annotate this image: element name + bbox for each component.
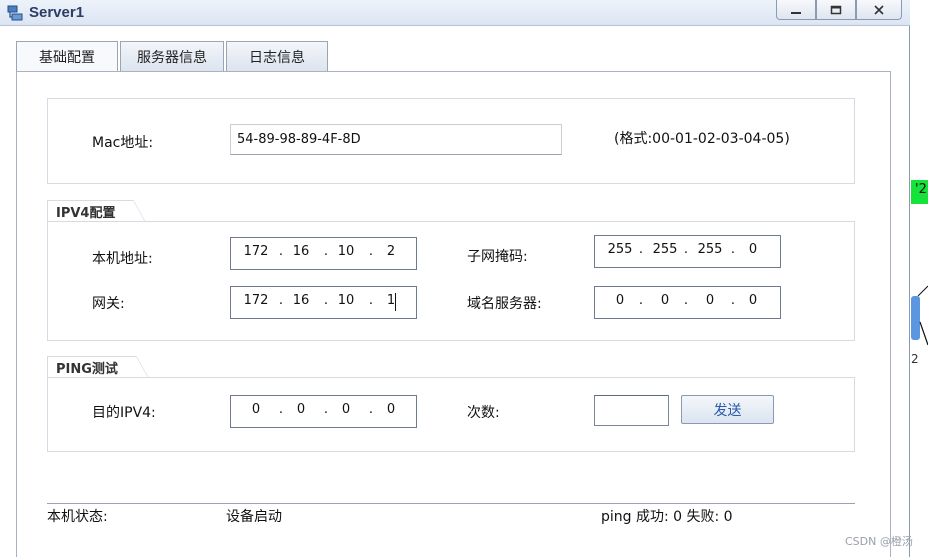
ip-octet: 0: [705, 293, 715, 308]
dns-server-label: 域名服务器:: [467, 296, 542, 312]
ip-dot: .: [730, 293, 736, 308]
close-button[interactable]: [856, 0, 902, 20]
status-divider: [47, 503, 855, 504]
ip-dot: .: [278, 402, 284, 417]
ip-octet: 16: [292, 293, 310, 308]
status-value: 设备启动: [226, 509, 282, 525]
ip-octet: 255: [607, 242, 633, 257]
server-app-icon: [7, 5, 23, 21]
ip-dot: .: [368, 244, 374, 259]
subnet-mask-field[interactable]: 255 . 255 . 255 . 0: [594, 235, 781, 268]
maximize-icon: [830, 5, 842, 14]
ip-octet: 172: [243, 244, 269, 259]
minimize-icon: [791, 11, 801, 14]
gateway-field[interactable]: 172 . 16 . 10 . 1: [230, 286, 417, 319]
ip-octet: 0: [296, 402, 306, 417]
ip-dot: .: [683, 242, 689, 257]
ip-octet: 0: [748, 242, 758, 257]
ip-octet: 0: [386, 402, 396, 417]
device-tag: '2: [911, 180, 928, 204]
dns-server-field[interactable]: 0 . 0 . 0 . 0: [594, 286, 781, 319]
ip-dot: .: [730, 242, 736, 257]
dest-ipv4-field[interactable]: 0 . 0 . 0 . 0: [230, 395, 417, 428]
ip-octet: 0: [660, 293, 670, 308]
ip-octet: 10: [337, 244, 355, 259]
ip-octet: 2: [386, 244, 396, 259]
title-bar[interactable]: Server1: [0, 0, 910, 26]
ip-octet: 0: [615, 293, 625, 308]
device-port-number: 2: [911, 352, 919, 366]
count-label: 次数:: [467, 405, 500, 421]
ip-octet: 0: [341, 402, 351, 417]
ip-dot: .: [368, 293, 374, 308]
background-canvas: [911, 0, 928, 557]
ip-octet: 10: [337, 293, 355, 308]
ip-dot: .: [368, 402, 374, 417]
window-title: Server1: [29, 4, 85, 21]
ip-dot: .: [278, 244, 284, 259]
background-link-line: [911, 285, 928, 346]
ip-octet: 255: [652, 242, 678, 257]
ip-dot: .: [323, 293, 329, 308]
minimize-button[interactable]: [776, 0, 816, 20]
ip-octet: 255: [697, 242, 723, 257]
tab-server-info[interactable]: 服务器信息: [120, 41, 224, 71]
ping-group-title: PING测试: [47, 356, 148, 378]
ping-result: ping 成功: 0 失败: 0: [601, 509, 733, 525]
tab-basic-config[interactable]: 基础配置: [16, 41, 118, 72]
ip-octet: 0: [251, 402, 261, 417]
ip-dot: .: [638, 242, 644, 257]
send-button[interactable]: 发送: [681, 395, 774, 424]
dest-ipv4-label: 目的IPV4:: [92, 405, 156, 421]
mac-format-hint: (格式:00-01-02-03-04-05): [614, 131, 790, 147]
watermark: CSDN @橙汤: [845, 535, 913, 548]
status-label: 本机状态:: [47, 509, 108, 525]
local-ip-label: 本机地址:: [92, 251, 153, 267]
ip-octet: 16: [292, 244, 310, 259]
ipv4-group-title: IPV4配置: [47, 200, 147, 222]
ip-dot: .: [323, 244, 329, 259]
maximize-button[interactable]: [816, 0, 856, 20]
subnet-mask-label: 子网掩码:: [467, 249, 528, 265]
gateway-label: 网关:: [92, 296, 125, 312]
ip-octet: 172: [243, 293, 269, 308]
ip-dot: .: [323, 402, 329, 417]
mac-label: Mac地址:: [92, 135, 154, 151]
server-window: Server1 基础配置 服务器信息 日志信息 Mac地址: 54-89-98-…: [0, 0, 910, 557]
ip-dot: .: [638, 293, 644, 308]
count-field[interactable]: [594, 395, 669, 426]
text-cursor: [395, 293, 396, 311]
close-icon: [874, 4, 884, 15]
tab-log-info[interactable]: 日志信息: [226, 41, 328, 71]
ip-octet: 0: [748, 293, 758, 308]
local-ip-field[interactable]: 172 . 16 . 10 . 2: [230, 237, 417, 270]
ip-dot: .: [683, 293, 689, 308]
mac-address-field[interactable]: 54-89-98-89-4F-8D: [230, 124, 562, 155]
ip-dot: .: [278, 293, 284, 308]
ip-octet: 1: [386, 293, 396, 308]
